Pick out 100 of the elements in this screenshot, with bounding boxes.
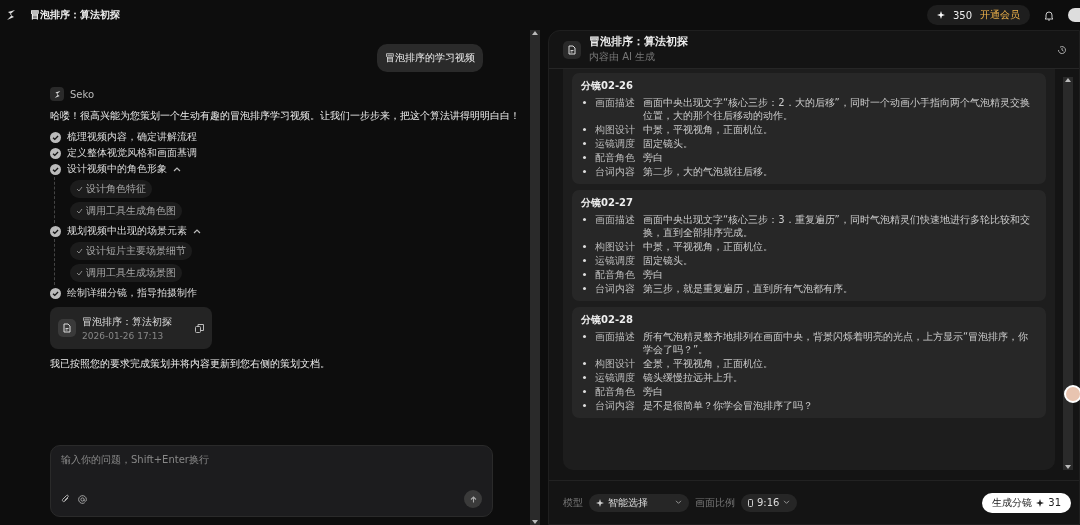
bullet-icon: [583, 287, 586, 290]
field-value: 第二步，大的气泡就往后移。: [643, 165, 774, 178]
logo-icon[interactable]: [6, 9, 16, 21]
scroll-up-icon[interactable]: [532, 30, 538, 35]
substep-chip: 调用工具生成场景图: [70, 264, 182, 282]
field-value: 画面中央出现文字“核心三步：3．重复遍历”，同时气泡精灵们快速地进行多轮比较和交换，直到全部排序完成。: [643, 213, 1031, 239]
sparkle-icon: [936, 11, 945, 19]
bullet-icon: [583, 404, 586, 407]
field-value: 镜头缓慢拉远并上升。: [643, 371, 744, 384]
chevron-up-icon[interactable]: [193, 228, 201, 234]
scroll-up-icon[interactable]: [1065, 77, 1071, 82]
check-circle-icon: [50, 163, 61, 175]
chevron-up-icon[interactable]: [173, 166, 181, 172]
scroll-down-icon[interactable]: [1065, 465, 1071, 470]
field-label: 构图设计: [595, 357, 636, 370]
bullet-icon: [583, 142, 586, 145]
field-value: 第三步，就是重复遍历，直到所有气泡都有序。: [643, 282, 854, 295]
field-label: 台词内容: [595, 282, 636, 295]
shot-heading: 分镜02-27: [581, 196, 634, 210]
bullet-icon: [583, 376, 586, 379]
bullet-icon: [583, 273, 586, 276]
bullet-icon: [583, 259, 586, 262]
step-label: 绘制详细分镜，指导拍摄制作: [67, 286, 197, 300]
phone-icon: [748, 498, 753, 507]
document-icon: [62, 323, 72, 333]
model-select[interactable]: 智能选择: [589, 493, 689, 512]
bot-logo-icon: [50, 87, 64, 101]
shot-heading: 分镜02-28: [581, 313, 634, 327]
document-date: 2026-01-26 17:13: [82, 331, 165, 341]
field-label: 配音角色: [595, 268, 636, 281]
field-value: 全景，平视视角，正面机位。: [643, 357, 774, 370]
at-sign-icon[interactable]: [78, 494, 87, 504]
field-label: 配音角色: [595, 151, 636, 164]
document-title: 冒泡排序：算法初探: [82, 315, 173, 329]
bot-message: 哈喽！很高兴能为您策划一个生动有趣的冒泡排序学习视频。让我们一步步来，把这个算法讲得明明白白！: [50, 109, 521, 123]
substep-chip: 调用工具生成角色图: [70, 202, 182, 220]
check-icon: [76, 270, 83, 276]
generate-button[interactable]: 生成分镜 31: [982, 492, 1071, 513]
ratio-select[interactable]: 9:16: [741, 493, 798, 512]
field-value: 是不是很简单？你学会冒泡排序了吗？: [643, 399, 814, 412]
field-value: 所有气泡精灵整齐地排列在画面中央，背景闪烁着明亮的光点，上方显示“冒泡排序，你学会了吗？”。: [643, 330, 1030, 356]
step-label: 梳理视频内容，确定讲解流程: [67, 130, 197, 144]
bot-message: 我已按照您的要求完成策划并将内容更新到您右侧的策划文档。: [50, 357, 331, 371]
panel-title: 冒泡排序：算法初探: [589, 35, 688, 49]
panel-subtitle: 内容由 AI 生成: [589, 50, 657, 64]
check-icon: [76, 248, 83, 254]
field-label: 台词内容: [595, 165, 636, 178]
field-value: 中景，平视视角，正面机位。: [643, 240, 774, 253]
substep-chip: 设计短片主要场景细节: [70, 242, 192, 260]
document-card[interactable]: 冒泡排序：算法初探 2026-01-26 17:13: [50, 307, 212, 349]
field-value: 固定镜头。: [643, 137, 694, 150]
page-title: 冒泡排序：算法初探: [30, 8, 120, 22]
scrollbar[interactable]: [530, 30, 540, 525]
history-icon[interactable]: [1057, 44, 1067, 55]
field-label: 台词内容: [595, 399, 636, 412]
message-field[interactable]: 输入你的问题，Shift+Enter换行: [61, 454, 482, 465]
bullet-icon: [583, 156, 586, 159]
bullet-icon: [583, 101, 586, 104]
field-value: 旁白: [643, 151, 664, 164]
step-label: 设计视频中的角色形象: [67, 162, 167, 176]
substep-chip: 设计角色特征: [70, 180, 152, 198]
model-label: 模型: [563, 495, 583, 510]
credit-count: 350: [952, 9, 972, 21]
field-label: 运镜调度: [595, 137, 636, 150]
field-label: 画面描述: [595, 330, 636, 344]
bell-icon[interactable]: [1044, 9, 1054, 21]
field-label: 运镜调度: [595, 371, 636, 384]
step-label: 规划视频中出现的场景元素: [67, 224, 187, 238]
bullet-icon: [583, 170, 586, 173]
field-value: 画面中央出现文字“核心三步：2．大的后移”，同时一个动画小手指向两个气泡精灵交换位置，大的那个往后移动的动作。: [643, 96, 1031, 122]
bullet-icon: [583, 390, 586, 393]
check-circle-icon: [50, 225, 61, 237]
credits-pill[interactable]: 350 开通会员: [926, 5, 1030, 25]
upgrade-link[interactable]: 开通会员: [980, 8, 1020, 22]
check-icon: [76, 208, 83, 214]
send-button[interactable]: [464, 490, 482, 508]
shot-heading: 分镜02-26: [581, 79, 634, 93]
field-label: 配音角色: [595, 385, 636, 398]
bot-name: Seko: [70, 88, 95, 100]
arrow-up-icon: [469, 495, 477, 503]
scrollbar[interactable]: [1063, 77, 1073, 470]
field-value: 旁白: [643, 385, 664, 398]
field-label: 构图设计: [595, 123, 636, 136]
field-label: 运镜调度: [595, 254, 636, 267]
user-avatar[interactable]: [1068, 8, 1080, 22]
bullet-icon: [583, 335, 586, 338]
chevron-down-icon: [675, 500, 682, 505]
check-icon: [76, 186, 83, 192]
ratio-label: 画面比例: [695, 495, 735, 510]
user-message: 冒泡排序的学习视频: [377, 44, 483, 72]
paperclip-icon[interactable]: [61, 494, 70, 504]
step-label: 定义整体视觉风格和画面基调: [67, 146, 197, 160]
sparkle-icon: [596, 498, 604, 507]
sparkle-icon: [1036, 498, 1045, 507]
scroll-down-icon[interactable]: [532, 520, 538, 525]
copy-icon[interactable]: [195, 323, 204, 333]
check-circle-icon: [50, 147, 61, 159]
field-value: 旁白: [643, 268, 664, 281]
bullet-icon: [583, 245, 586, 248]
field-label: 构图设计: [595, 240, 636, 253]
